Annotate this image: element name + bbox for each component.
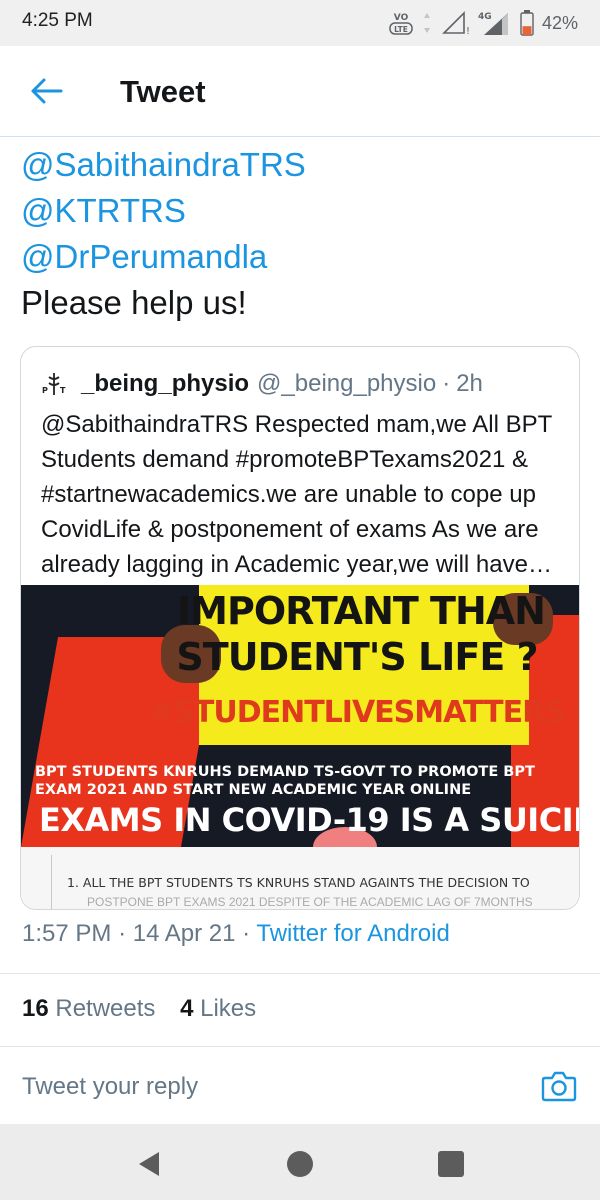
svg-text:4G: 4G	[478, 12, 492, 22]
divider	[0, 1046, 600, 1047]
reply-bar	[0, 1050, 600, 1124]
poster-line-2: STUDENT'S LIFE ?	[176, 635, 538, 679]
svg-text:LTE: LTE	[394, 25, 408, 34]
poster-subtitle: BPT STUDENTS KNRUHS DEMAND TS-GOVT TO PR…	[35, 764, 535, 798]
status-bar: 4:25 PM VO LTE ! 4G 42%	[0, 0, 600, 46]
svg-text:VO: VO	[394, 13, 409, 23]
circle-home-icon[interactable]	[287, 1151, 313, 1177]
mention-link[interactable]: @SabithaindraTRS	[21, 142, 581, 188]
divider	[0, 973, 600, 974]
camera-icon[interactable]	[540, 1068, 578, 1104]
tweet-body-text: Please help us!	[21, 284, 247, 321]
retweets-stat[interactable]: 16 Retweets	[22, 995, 155, 1023]
poster-headline: EXAMS IN COVID-19 IS A SUICIDE	[39, 801, 580, 839]
status-time: 4:25 PM	[22, 10, 93, 31]
doc-line: POSTPONE BPT EXAMS 2021 DESPITE OF THE A…	[87, 895, 533, 909]
retweets-label: Retweets	[55, 995, 156, 1022]
svg-text:P: P	[42, 386, 48, 395]
tweet-time: 1:57 PM	[22, 920, 112, 947]
page-title: Tweet	[120, 74, 206, 109]
volte-icon: VO LTE	[389, 13, 413, 35]
likes-label: Likes	[200, 995, 257, 1022]
quoted-media-image[interactable]: IMPORTANT THAN STUDENT'S LIFE ? #STUDENT…	[21, 585, 580, 847]
doc-margin-line	[51, 855, 52, 909]
tweet-header: Tweet	[0, 46, 600, 137]
quoted-handle[interactable]: @_being_physio	[257, 370, 436, 398]
avatar[interactable]: P T	[41, 371, 67, 397]
quoted-separator: ·	[442, 370, 451, 397]
mention-link[interactable]: @KTRTRS	[21, 188, 581, 234]
arrow-left-icon[interactable]	[28, 76, 64, 106]
quoted-document-snippet: 1. ALL THE BPT STUDENTS TS KNRUHS STAND …	[21, 847, 579, 909]
quoted-tweet-text: @SabithaindraTRS Respected mam,we All BP…	[41, 411, 552, 578]
signal-empty-icon: !	[442, 11, 470, 37]
tweet-source-link[interactable]: Twitter for Android	[256, 920, 449, 947]
battery-percent: 42%	[541, 12, 578, 33]
data-arrows-icon	[423, 13, 430, 33]
quoted-tweet-card[interactable]: P T _being_physio @_being_physio · 2h @S…	[20, 346, 580, 910]
likes-count: 4	[180, 995, 194, 1022]
tweet-stats: 16 Retweets 4 Likes	[22, 995, 274, 1023]
tweet-meta: 1:57 PM · 14 Apr 21 · Twitter for Androi…	[22, 920, 450, 948]
battery-icon	[520, 10, 534, 36]
retweets-count: 16	[22, 995, 49, 1022]
reply-input[interactable]	[22, 1070, 502, 1104]
square-recents-icon[interactable]	[438, 1151, 464, 1177]
status-icons: VO LTE ! 4G 42%	[388, 8, 578, 38]
svg-text:T: T	[60, 386, 66, 395]
quoted-time: 2h	[456, 370, 483, 397]
likes-stat[interactable]: 4 Likes	[180, 995, 256, 1023]
quoted-display-name[interactable]: _being_physio	[81, 370, 249, 398]
mention-link[interactable]: @DrPerumandla	[21, 234, 581, 280]
tweet-date: 14 Apr 21	[132, 920, 236, 947]
doc-line: 1. ALL THE BPT STUDENTS TS KNRUHS STAND …	[67, 875, 530, 890]
meta-separator: ·	[242, 920, 251, 947]
quoted-tweet-header: P T _being_physio @_being_physio · 2h	[41, 369, 483, 399]
poster-hashtag: #STUDENTLIVESMATTERS	[149, 695, 566, 730]
svg-text:!: !	[466, 26, 470, 37]
tweet-text: @SabithaindraTRS @KTRTRS @DrPerumandla P…	[21, 142, 581, 326]
poster-line-1: IMPORTANT THAN	[177, 589, 546, 633]
system-nav-bar	[0, 1124, 600, 1200]
triangle-back-icon[interactable]	[136, 1150, 162, 1178]
signal-4g-icon: 4G	[478, 12, 508, 35]
meta-separator: ·	[118, 920, 127, 947]
